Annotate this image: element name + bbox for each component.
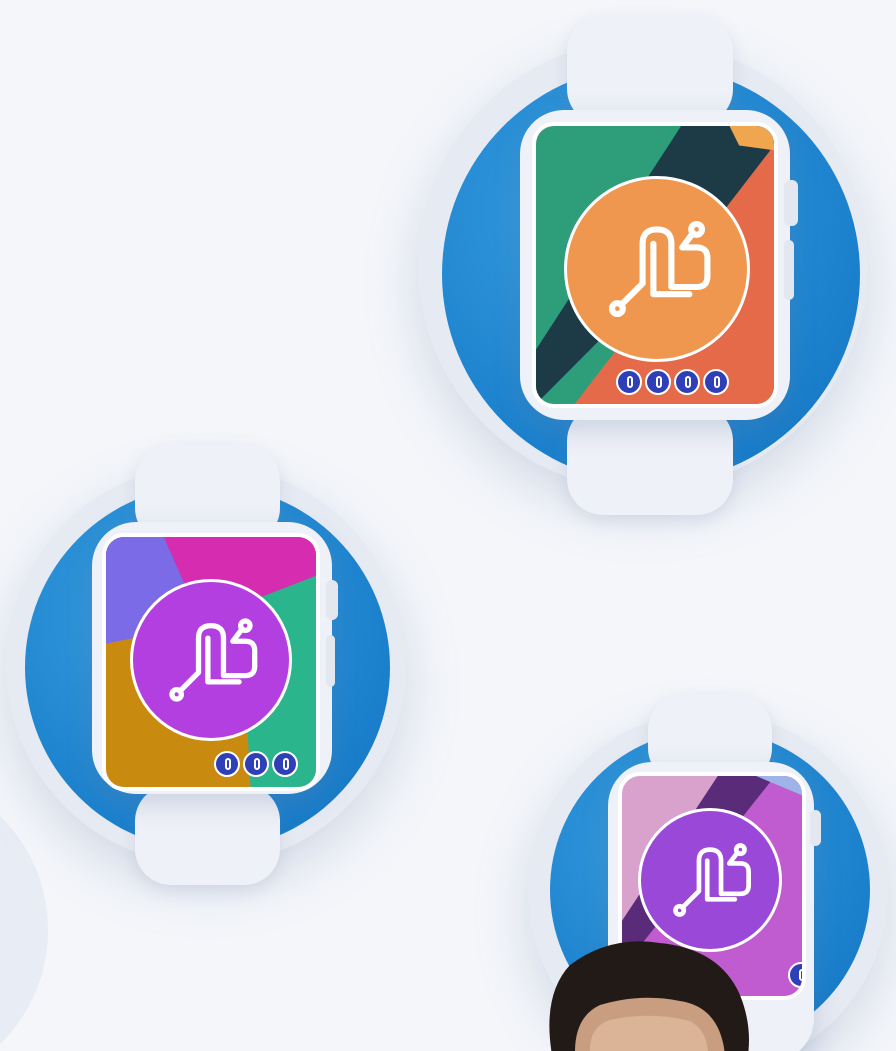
watch-crown <box>784 180 798 226</box>
app-icon-row <box>616 369 729 395</box>
person-photo <box>549 941 749 1051</box>
watch-app-icon[interactable] <box>703 369 729 395</box>
smartwatch-showcase <box>0 0 896 1051</box>
watch-app-icon[interactable] <box>616 369 642 395</box>
watch-screen <box>532 122 778 408</box>
watch-app-icon[interactable] <box>788 962 802 988</box>
watch-crown <box>810 810 821 846</box>
watch-orange <box>410 10 880 520</box>
watch-side-button <box>326 635 335 687</box>
watch-app-icon[interactable] <box>645 369 671 395</box>
app-icon-row <box>214 751 298 777</box>
ls-monogram-icon <box>130 579 292 741</box>
watch-app-icon[interactable] <box>243 751 269 777</box>
watch-band-bottom <box>135 785 280 885</box>
watch-side-button <box>784 240 794 300</box>
watch-magenta <box>0 440 430 890</box>
watch-band-top <box>567 15 733 125</box>
app-icon-row <box>788 962 802 988</box>
watch-crown <box>326 580 338 620</box>
watch-app-icon[interactable] <box>272 751 298 777</box>
watch-app-icon[interactable] <box>674 369 700 395</box>
watch-app-icon[interactable] <box>214 751 240 777</box>
ls-monogram-icon <box>564 176 750 362</box>
watch-screen <box>102 533 320 791</box>
watch-band-bottom <box>567 405 733 515</box>
ls-monogram-icon <box>638 808 782 952</box>
